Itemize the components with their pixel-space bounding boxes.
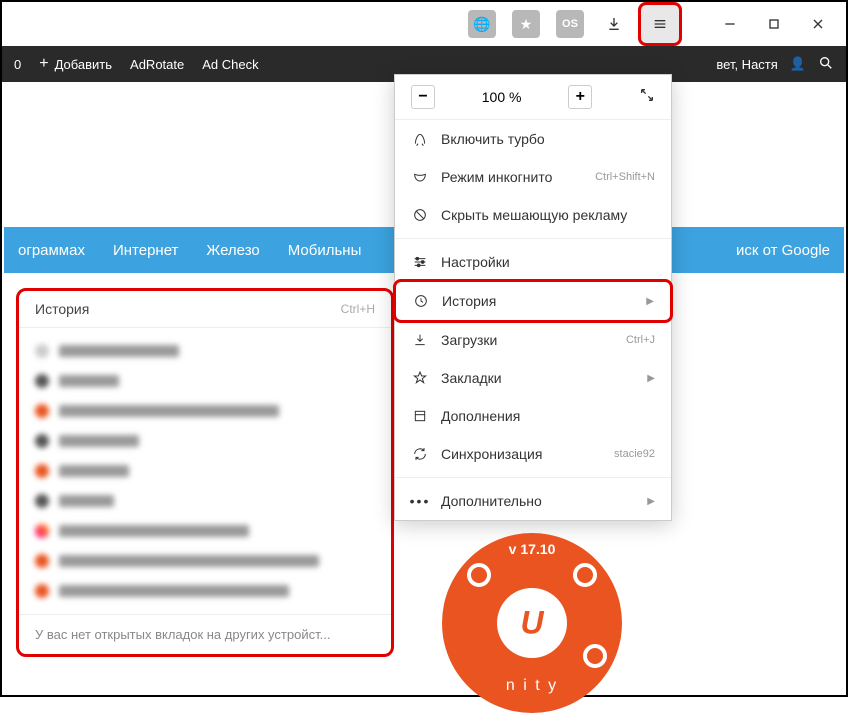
minimize-button[interactable] [710, 8, 750, 40]
list-item[interactable] [19, 426, 391, 456]
list-item[interactable] [19, 336, 391, 366]
menu-sync[interactable]: Синхронизация stacie92 [395, 435, 671, 473]
toolbar-adrotate[interactable]: AdRotate [130, 57, 184, 72]
star-icon[interactable]: ★ [506, 8, 546, 40]
sliders-icon [411, 253, 429, 271]
menu-more[interactable]: ••• Дополнительно ▶ [395, 482, 671, 520]
ubuntu-logo: v 17.10 U n i t y [442, 533, 652, 693]
zoom-in-button[interactable]: + [568, 85, 592, 109]
add-bookmark-button[interactable]: +Добавить [39, 55, 112, 73]
list-item[interactable] [19, 576, 391, 606]
block-icon [411, 206, 429, 224]
browser-main-menu: − 100 % + Включить турбо Режим инкогнито… [394, 74, 672, 521]
history-list [19, 328, 391, 614]
history-shortcut: Ctrl+H [341, 302, 375, 316]
sync-icon [411, 445, 429, 463]
chevron-right-icon: ▶ [646, 296, 654, 307]
list-item[interactable] [19, 456, 391, 486]
menu-turbo[interactable]: Включить турбо [395, 120, 671, 158]
nav-item[interactable]: Железо [206, 242, 259, 259]
user-icon[interactable]: 👤 [790, 56, 806, 72]
chevron-right-icon: ▶ [647, 496, 655, 507]
toolbar-adcheck[interactable]: Ad Check [202, 57, 258, 72]
greeting-text: вет, Настя [716, 57, 777, 72]
history-footer: У вас нет открытых вкладок на других уст… [19, 614, 391, 654]
history-submenu-panel: История Ctrl+H У вас нет открытых вкладо… [16, 288, 394, 657]
menu-bookmarks[interactable]: Закладки ▶ [395, 359, 671, 397]
nav-item[interactable]: Мобильны [288, 242, 362, 259]
menu-settings[interactable]: Настройки [395, 243, 671, 281]
zoom-level: 100 % [482, 89, 522, 105]
history-title: История [35, 301, 89, 317]
menu-downloads[interactable]: Загрузки Ctrl+J [395, 321, 671, 359]
menu-incognito[interactable]: Режим инкогнито Ctrl+Shift+N [395, 158, 671, 196]
search-icon[interactable] [818, 55, 834, 74]
window-titlebar: 🌐 ★ OS [2, 2, 846, 46]
nav-search[interactable]: иск от Google [736, 242, 830, 259]
download-icon[interactable] [594, 8, 634, 40]
nav-item[interactable]: ограммах [18, 242, 85, 259]
rocket-icon [411, 130, 429, 148]
zoom-out-button[interactable]: − [411, 85, 435, 109]
menu-button[interactable] [638, 2, 682, 46]
dots-icon: ••• [411, 492, 429, 510]
os-extension-icon[interactable]: OS [550, 8, 590, 40]
list-item[interactable] [19, 546, 391, 576]
list-item[interactable] [19, 516, 391, 546]
chevron-right-icon: ▶ [647, 373, 655, 384]
list-item[interactable] [19, 366, 391, 396]
toolbar-zero: 0 [14, 57, 21, 72]
star-icon [411, 369, 429, 387]
clock-icon [412, 292, 430, 310]
menu-addons[interactable]: Дополнения [395, 397, 671, 435]
download-icon [411, 331, 429, 349]
close-button[interactable] [798, 8, 838, 40]
nav-item[interactable]: Интернет [113, 242, 178, 259]
mask-icon [411, 168, 429, 186]
box-icon [411, 407, 429, 425]
menu-history[interactable]: История ▶ [396, 282, 670, 320]
maximize-button[interactable] [754, 8, 794, 40]
list-item[interactable] [19, 396, 391, 426]
menu-hideads[interactable]: Скрыть мешающую рекламу [395, 196, 671, 234]
zoom-controls: − 100 % + [395, 75, 671, 120]
fullscreen-icon[interactable] [639, 87, 655, 108]
globe-icon[interactable]: 🌐 [462, 8, 502, 40]
list-item[interactable] [19, 486, 391, 516]
